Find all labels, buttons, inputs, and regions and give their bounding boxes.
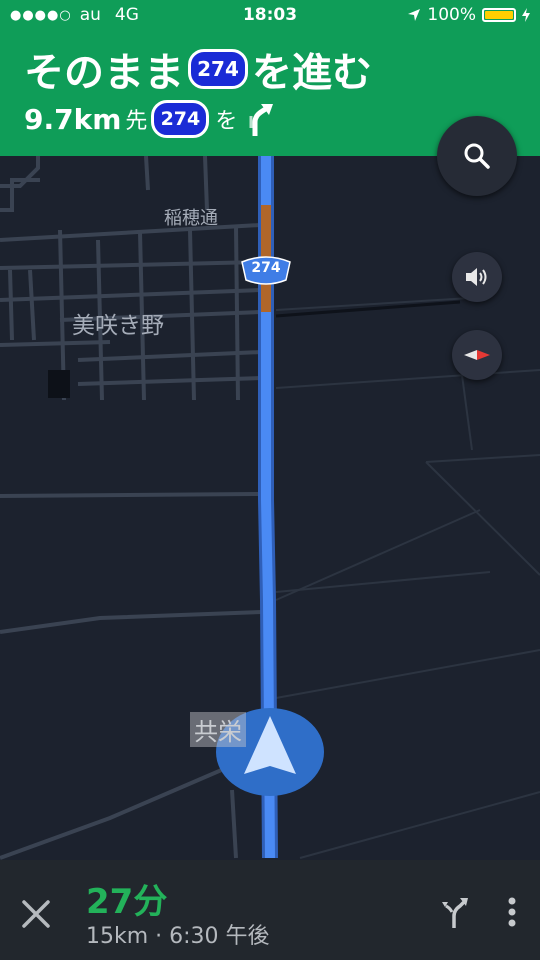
building-block bbox=[48, 370, 70, 398]
charging-icon bbox=[522, 8, 530, 22]
exit-navigation-button[interactable] bbox=[16, 894, 56, 934]
compass-button[interactable] bbox=[452, 330, 502, 380]
volume-icon bbox=[466, 268, 487, 286]
compass-icon bbox=[464, 350, 490, 360]
next-maneuver-distance: 9.7km bbox=[24, 102, 122, 136]
search-button[interactable] bbox=[437, 116, 517, 196]
battery-icon bbox=[482, 8, 516, 22]
location-services-icon bbox=[408, 9, 421, 21]
more-options-button[interactable] bbox=[500, 892, 524, 932]
map-route-shield-label: 274 bbox=[251, 260, 281, 276]
alt-routes-icon bbox=[442, 898, 468, 928]
trip-details: 15km · 6:30 午後 bbox=[86, 924, 270, 949]
status-right: 100% bbox=[407, 5, 530, 25]
battery-percent: 100% bbox=[427, 5, 476, 25]
more-vert-icon bbox=[508, 897, 516, 927]
status-bar: ●●●●○ au 4G 18:03 100% bbox=[0, 0, 540, 30]
sound-button[interactable] bbox=[452, 252, 502, 302]
instruction-suffix: を進む bbox=[252, 50, 372, 96]
secondary-instruction: 9.7km 先 274 を bbox=[24, 100, 277, 138]
distance-suffix: 先 bbox=[125, 109, 148, 134]
next-route-shield: 274 bbox=[151, 100, 210, 138]
map-label-district: 美咲き野 bbox=[72, 313, 164, 339]
primary-instruction: そのまま 274 を進む bbox=[24, 40, 372, 98]
route-particle: を bbox=[215, 109, 238, 134]
map-label-street: 稲穂通 bbox=[164, 208, 218, 229]
close-icon bbox=[22, 900, 50, 928]
alternate-routes-button[interactable] bbox=[434, 892, 474, 932]
instruction-prefix: そのまま bbox=[24, 50, 184, 96]
keep-right-arrow-icon bbox=[249, 104, 274, 136]
search-icon bbox=[464, 143, 490, 169]
trip-summary-bar[interactable]: 27分 15km · 6:30 午後 bbox=[0, 860, 540, 960]
eta-duration: 27分 bbox=[86, 882, 168, 922]
route-shield-274: 274 bbox=[188, 49, 248, 89]
map-label-junction: 共栄 bbox=[190, 712, 246, 747]
